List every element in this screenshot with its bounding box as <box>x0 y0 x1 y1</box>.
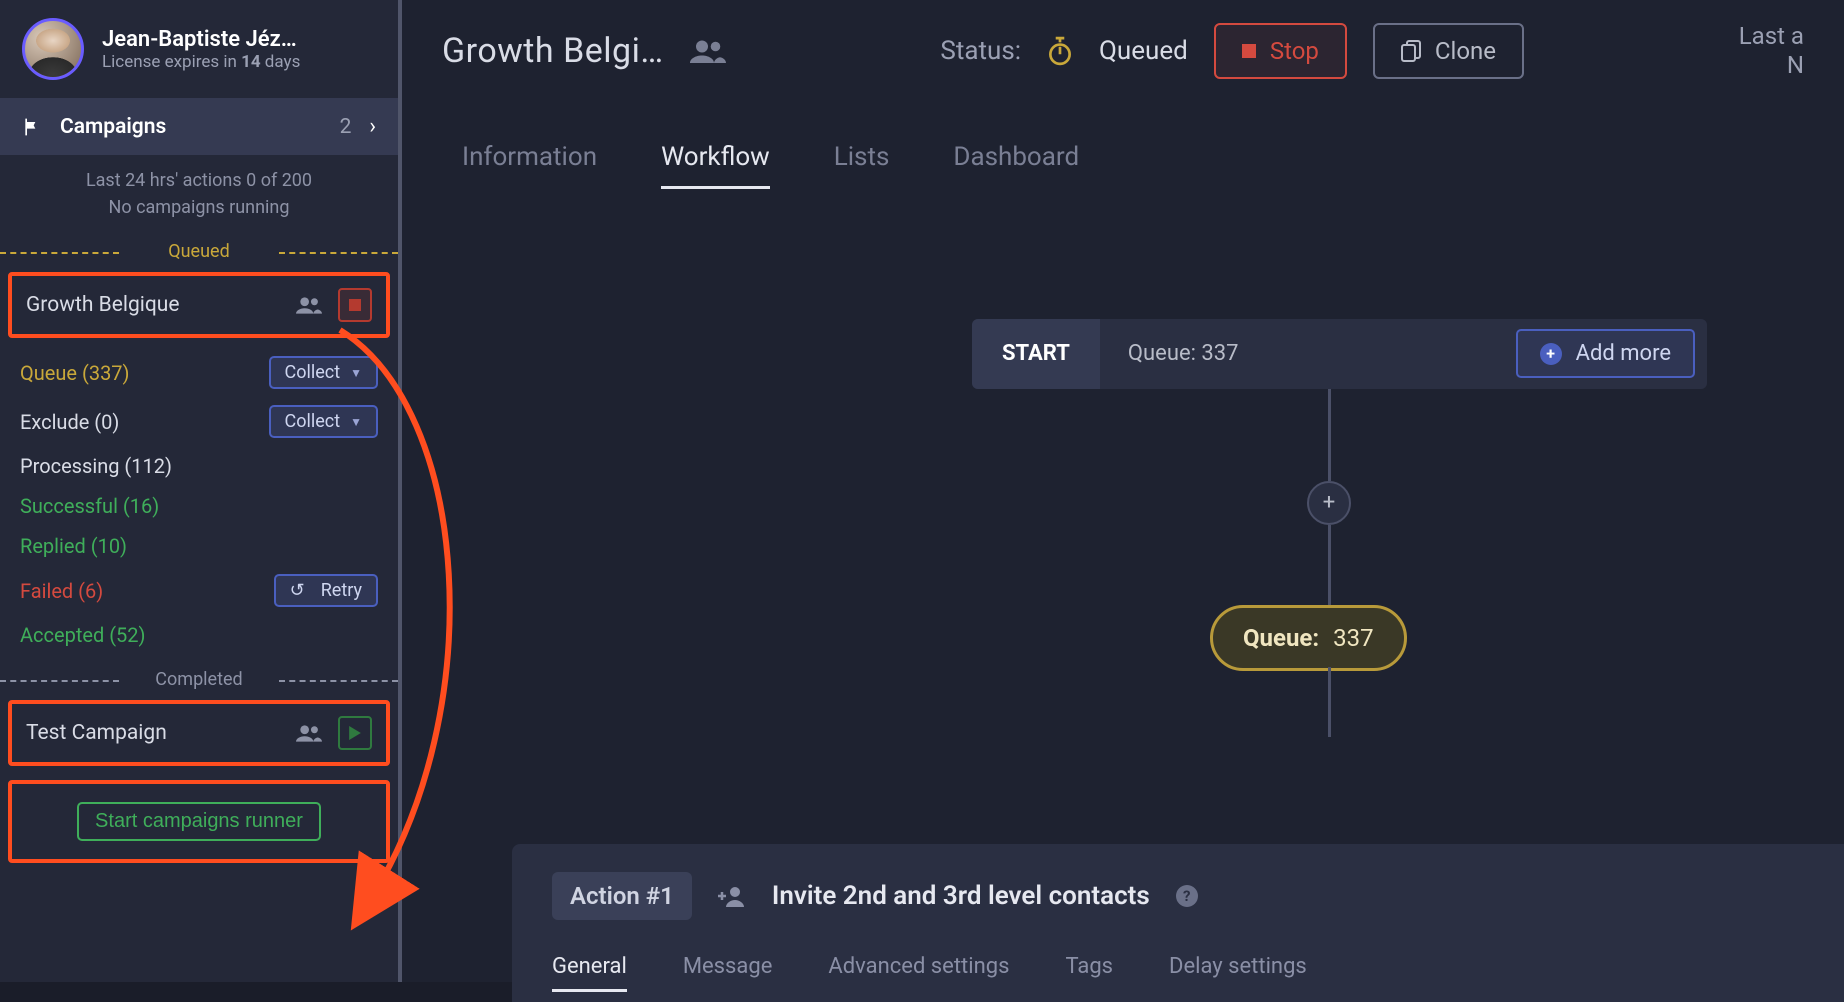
connector-line <box>1328 389 1331 481</box>
queue-count: Queue: 337 <box>1100 341 1516 366</box>
atab-tags[interactable]: Tags <box>1065 954 1113 992</box>
tab-lists[interactable]: Lists <box>834 142 890 189</box>
tab-information[interactable]: Information <box>462 142 597 189</box>
workflow-canvas: START Queue: 337 + Add more + Queue: 337 <box>402 189 1844 729</box>
stat-successful[interactable]: Successful (16) <box>16 486 382 526</box>
main-panel: Growth Belgi… Status: Queued Stop Clone … <box>402 0 1844 982</box>
people-icon <box>690 38 726 64</box>
campaign-item-completed[interactable]: Test Campaign <box>8 700 390 766</box>
topbar: Growth Belgi… Status: Queued Stop Clone … <box>402 0 1844 102</box>
license-info: License expires in 14 days <box>102 52 300 72</box>
status-value: Queued <box>1099 36 1188 66</box>
stat-accepted[interactable]: Accepted (52) <box>16 615 382 655</box>
stop-button[interactable]: Stop <box>1214 23 1347 79</box>
timer-icon <box>1047 36 1073 66</box>
nav-campaigns[interactable]: Campaigns 2 › <box>0 98 398 155</box>
campaign-item-active[interactable]: Growth Belgique <box>8 272 390 338</box>
campaign-stats: Queue (337) Collect▼ Exclude (0) Collect… <box>0 344 398 665</box>
action-panel: Action #1 Invite 2nd and 3rd level conta… <box>512 844 1844 1002</box>
start-runner-button[interactable]: Start campaigns runner <box>77 802 321 841</box>
stop-icon <box>1242 44 1256 58</box>
invite-icon <box>718 885 746 907</box>
tab-dashboard[interactable]: Dashboard <box>953 142 1079 189</box>
stat-queue[interactable]: Queue (337) Collect▼ <box>16 348 382 397</box>
start-label: START <box>972 319 1100 389</box>
campaign-name: Growth Belgique <box>26 293 280 317</box>
clone-icon <box>1401 40 1421 62</box>
stat-failed[interactable]: Failed (6) ↺Retry <box>16 566 382 615</box>
atab-general[interactable]: General <box>552 954 627 992</box>
campaign-name: Test Campaign <box>26 721 280 745</box>
add-more-button[interactable]: + Add more <box>1516 329 1695 378</box>
people-icon <box>296 296 322 314</box>
retry-button[interactable]: ↺Retry <box>274 574 378 607</box>
action-title: Invite 2nd and 3rd level contacts <box>772 881 1150 911</box>
stat-exclude[interactable]: Exclude (0) Collect▼ <box>16 397 382 446</box>
clone-button[interactable]: Clone <box>1373 23 1524 79</box>
help-icon[interactable]: ? <box>1176 885 1198 907</box>
stat-processing[interactable]: Processing (112) <box>16 446 382 486</box>
last-action-text: Last a N <box>1739 22 1804 80</box>
start-node: START Queue: 337 + Add more <box>972 319 1707 389</box>
main-tabs: Information Workflow Lists Dashboard <box>402 102 1844 189</box>
profile-block: Jean-Baptiste Jéz… License expires in 14… <box>0 0 398 98</box>
status-summary: Last 24 hrs' actions 0 of 200 No campaig… <box>0 155 398 237</box>
action-tabs: General Message Advanced settings Tags D… <box>552 920 1804 992</box>
divider-queued: Queued <box>0 237 398 266</box>
tab-workflow[interactable]: Workflow <box>661 142 770 189</box>
connector-line <box>1328 525 1331 605</box>
connector-line <box>1328 667 1331 737</box>
atab-message[interactable]: Message <box>683 954 773 992</box>
chevron-right-icon: › <box>369 114 376 139</box>
atab-advanced[interactable]: Advanced settings <box>828 954 1009 992</box>
nav-campaigns-label: Campaigns <box>60 115 318 139</box>
atab-delay[interactable]: Delay settings <box>1169 954 1307 992</box>
stop-campaign-button[interactable] <box>338 288 372 322</box>
nav-campaigns-count: 2 <box>340 115 352 139</box>
sidebar: Jean-Baptiste Jéz… License expires in 14… <box>0 0 402 982</box>
queue-node[interactable]: Queue: 337 <box>1210 605 1407 671</box>
people-icon <box>296 724 322 742</box>
status-label: Status: <box>940 36 1021 66</box>
runner-block: Start campaigns runner <box>8 780 390 863</box>
collect-exclude-button[interactable]: Collect▼ <box>269 405 378 438</box>
divider-completed: Completed <box>0 665 398 694</box>
avatar[interactable] <box>22 18 84 80</box>
play-campaign-button[interactable] <box>338 716 372 750</box>
flag-icon <box>22 117 42 137</box>
stat-replied[interactable]: Replied (10) <box>16 526 382 566</box>
profile-name: Jean-Baptiste Jéz… <box>102 27 300 52</box>
collect-queue-button[interactable]: Collect▼ <box>269 356 378 389</box>
action-badge: Action #1 <box>552 872 692 920</box>
add-step-button[interactable]: + <box>1307 481 1351 525</box>
plus-circle-icon: + <box>1540 343 1562 365</box>
page-title: Growth Belgi… <box>442 31 664 71</box>
